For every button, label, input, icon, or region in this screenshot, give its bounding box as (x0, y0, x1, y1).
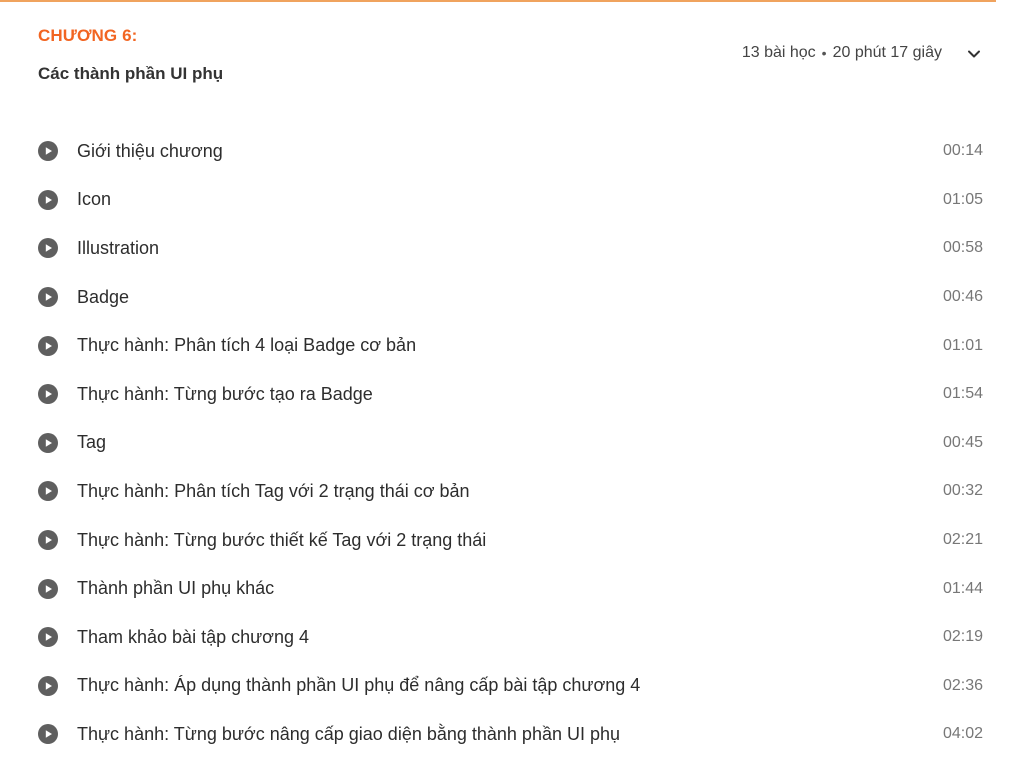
lesson-duration: 00:45 (942, 433, 983, 451)
play-icon (38, 578, 58, 599)
play-icon (38, 675, 58, 696)
lesson-item[interactable]: Giới thiệu chương 00:14 (38, 127, 986, 176)
play-icon (38, 627, 58, 648)
lesson-item[interactable]: Badge 00:46 (38, 273, 986, 322)
lesson-title: Thành phần UI phụ khác (77, 578, 275, 599)
lesson-title: Thực hành: Áp dụng thành phần UI phụ để … (77, 675, 641, 696)
lesson-item[interactable]: Thực hành: Từng bước nâng cấp giao diện … (38, 710, 986, 759)
lesson-duration: 00:32 (942, 482, 983, 500)
lesson-item[interactable]: Thực hành: Phân tích 4 loại Badge cơ bản… (38, 321, 986, 370)
lesson-duration: 02:19 (942, 628, 983, 646)
lesson-duration: 00:58 (942, 239, 983, 257)
lesson-duration: 01:44 (942, 579, 983, 597)
lesson-title: Tag (77, 432, 107, 453)
chapter-header[interactable]: CHƯƠNG 6: Các thành phần UI phụ 13 bài h… (38, 20, 986, 100)
lesson-duration: 00:46 (942, 288, 983, 306)
play-icon (38, 481, 58, 502)
lesson-item[interactable]: Icon 01:05 (38, 176, 986, 225)
lesson-title: Thực hành: Từng bước tạo ra Badge (77, 383, 373, 404)
lesson-title: Icon (77, 189, 112, 210)
lesson-item[interactable]: Thực hành: Phân tích Tag với 2 trạng thá… (38, 467, 986, 516)
play-icon (38, 287, 58, 308)
total-duration: 20 phút 17 giây (832, 44, 942, 61)
play-icon (38, 335, 58, 356)
lesson-duration: 04:02 (942, 725, 983, 743)
meta-separator: • (821, 45, 827, 61)
lesson-item[interactable]: Thực hành: Từng bước thiết kế Tag với 2 … (38, 516, 986, 565)
play-icon (38, 530, 58, 551)
lesson-title: Thực hành: Từng bước thiết kế Tag với 2 … (77, 529, 487, 550)
lesson-duration: 02:21 (942, 531, 983, 549)
lesson-title: Badge (77, 286, 130, 307)
lesson-item[interactable]: Thực hành: Từng bước tạo ra Badge 01:54 (38, 370, 986, 419)
chapter-label: CHƯƠNG 6: (38, 26, 138, 45)
play-icon (38, 432, 58, 453)
lesson-duration: 00:14 (942, 142, 983, 160)
lesson-item[interactable]: Tham khảo bài tập chương 4 02:19 (38, 613, 986, 662)
lesson-duration: 01:01 (942, 336, 983, 354)
lesson-item[interactable]: Thực hành: Áp dụng thành phần UI phụ để … (38, 662, 986, 711)
lesson-title: Thực hành: Từng bước nâng cấp giao diện … (77, 723, 621, 744)
chapter-meta: 13 bài học • 20 phút 17 giây (742, 44, 942, 62)
lesson-item[interactable]: Tag 00:45 (38, 419, 986, 468)
lesson-title: Illustration (77, 237, 160, 258)
top-divider (0, 0, 996, 2)
lesson-duration: 01:54 (942, 385, 983, 403)
play-icon (38, 141, 58, 162)
lesson-duration: 01:05 (942, 190, 983, 208)
lesson-duration: 02:36 (942, 676, 983, 694)
lesson-item[interactable]: Thành phần UI phụ khác 01:44 (38, 564, 986, 613)
play-icon (38, 384, 58, 405)
play-icon (38, 724, 58, 745)
chapter-title: Các thành phần UI phụ (38, 64, 224, 83)
lesson-title: Tham khảo bài tập chương 4 (77, 626, 309, 647)
lesson-title: Giới thiệu chương (77, 140, 223, 161)
play-icon (38, 238, 58, 259)
lesson-count: 13 bài học (741, 44, 816, 61)
lesson-item[interactable]: Illustration 00:58 (38, 224, 986, 273)
chevron-down-icon[interactable] (962, 42, 986, 66)
lesson-title: Thực hành: Phân tích 4 loại Badge cơ bản (77, 335, 417, 356)
play-icon (38, 189, 58, 210)
lesson-title: Thực hành: Phân tích Tag với 2 trạng thá… (77, 480, 470, 501)
lesson-list: Giới thiệu chương 00:14 Icon 01:05 Illus… (38, 127, 986, 759)
